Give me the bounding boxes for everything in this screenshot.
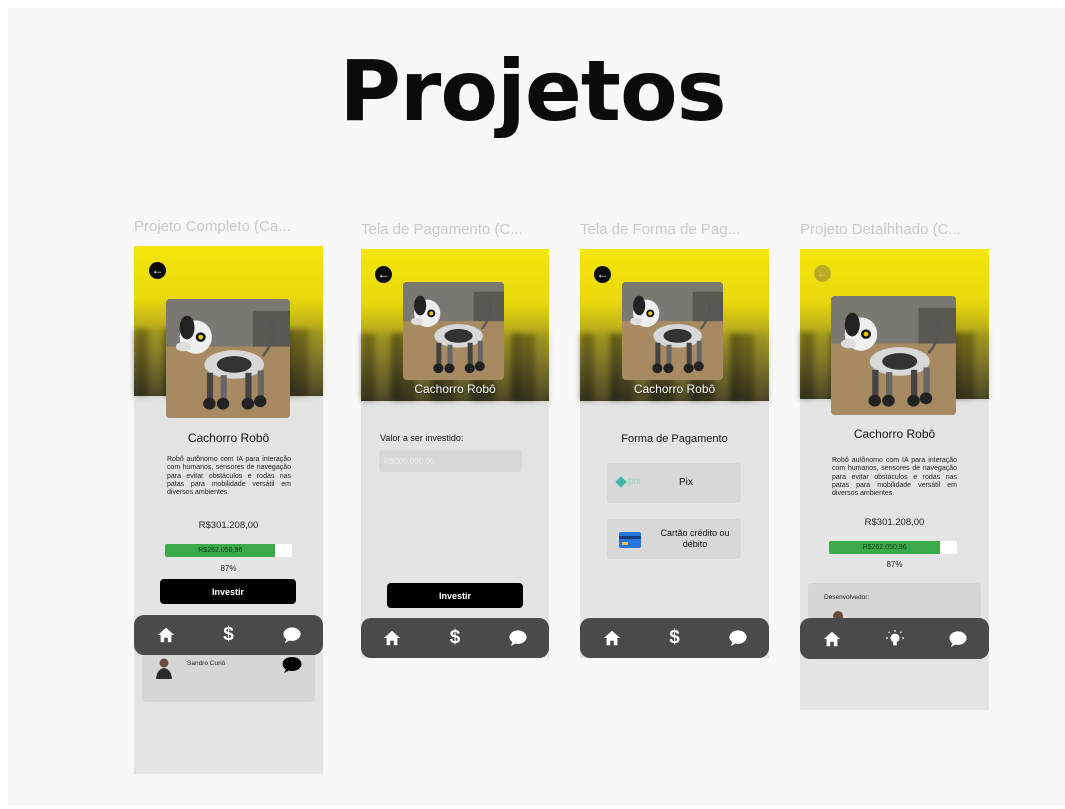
project-name: Cachorro Robô bbox=[187, 431, 270, 445]
frame-forma-pagamento: ← Cachorro Robô Forma de Pagamento pix P… bbox=[580, 249, 769, 658]
frame-label[interactable]: Tela de Pagamento (C... bbox=[361, 221, 523, 238]
back-arrow-icon[interactable]: ← bbox=[594, 266, 611, 283]
back-arrow-icon[interactable]: ← bbox=[814, 265, 831, 282]
image-caption: Cachorro Robô bbox=[414, 382, 496, 396]
dollar-icon[interactable]: $ bbox=[444, 627, 466, 649]
chat-icon[interactable] bbox=[281, 624, 303, 646]
developer-avatar bbox=[154, 657, 174, 679]
dollar-icon[interactable]: $ bbox=[218, 624, 240, 646]
developer-name: Sandro Curió bbox=[187, 660, 226, 667]
progress-percent: 87% bbox=[886, 560, 903, 569]
home-icon[interactable] bbox=[381, 627, 403, 649]
developer-card: Sandro Curió bbox=[142, 649, 315, 702]
home-icon[interactable] bbox=[821, 628, 843, 650]
chat-icon[interactable] bbox=[947, 628, 969, 650]
invest-button[interactable]: Investir bbox=[160, 579, 296, 604]
progress-percent: 87% bbox=[220, 564, 237, 573]
funding-progress-bar: R$262.050,96 bbox=[829, 541, 957, 554]
bottom-navbar: $ bbox=[580, 618, 769, 658]
project-description: Robô autônomo com IA para interação com … bbox=[167, 456, 291, 497]
robot-dog-image bbox=[403, 282, 504, 380]
bottom-navbar: $ bbox=[134, 615, 323, 655]
card-option[interactable]: Cartão crédito ou débito bbox=[607, 519, 741, 559]
project-name: Cachorro Robô bbox=[853, 427, 936, 441]
robot-dog-image bbox=[831, 296, 956, 415]
frame-tela-pagamento: ← Cachorro Robô Valor a ser investido: R… bbox=[361, 249, 549, 658]
lightbulb-icon[interactable] bbox=[884, 628, 906, 650]
frame-label[interactable]: Projeto Completo (Ca... bbox=[134, 218, 291, 235]
home-icon[interactable] bbox=[155, 624, 177, 646]
robot-dog-image bbox=[166, 299, 290, 418]
chat-bubble-icon[interactable] bbox=[282, 657, 302, 678]
project-price: R$301.208,00 bbox=[198, 520, 259, 531]
credit-card-icon bbox=[619, 532, 641, 548]
robot-dog-image bbox=[622, 282, 723, 380]
amount-label: Valor a ser investido: bbox=[380, 433, 464, 443]
frame-label[interactable]: Tela de Forma de Pag... bbox=[580, 221, 740, 238]
image-caption: Cachorro Robô bbox=[633, 382, 716, 396]
project-description: Robô autônomo com IA para interação com … bbox=[832, 457, 957, 498]
developer-label: Desenvolvedor: bbox=[824, 594, 870, 601]
back-arrow-icon[interactable]: ← bbox=[375, 266, 392, 283]
chat-icon[interactable] bbox=[507, 627, 529, 649]
pix-option[interactable]: pix Pix bbox=[607, 463, 741, 503]
amount-input[interactable]: R$000.000,00 bbox=[379, 450, 522, 472]
pix-label: Pix bbox=[679, 477, 693, 488]
page-title: Projetos bbox=[339, 42, 726, 140]
dollar-icon[interactable]: $ bbox=[664, 627, 686, 649]
bottom-navbar: $ bbox=[361, 618, 549, 658]
payment-heading: Forma de Pagamento bbox=[621, 433, 728, 445]
funding-progress-bar: R$262.050,96 bbox=[165, 544, 292, 557]
invest-button[interactable]: Investir bbox=[387, 583, 523, 608]
bottom-navbar bbox=[800, 618, 989, 659]
home-icon[interactable] bbox=[601, 627, 623, 649]
frame-projeto-completo: ← Cachorro Robô Robô autônomo com IA par… bbox=[134, 246, 323, 774]
progress-fill: R$262.050,96 bbox=[165, 544, 276, 557]
progress-fill: R$262.050,96 bbox=[829, 541, 941, 554]
project-price: R$301.208,00 bbox=[864, 517, 925, 528]
pix-logo-icon: pix bbox=[615, 475, 641, 488]
chat-icon[interactable] bbox=[727, 627, 749, 649]
frame-label[interactable]: Projeto Detalhhado (C... bbox=[800, 221, 961, 238]
card-label: Cartão crédito ou débito bbox=[660, 528, 730, 549]
back-arrow-icon[interactable]: ← bbox=[149, 262, 166, 279]
